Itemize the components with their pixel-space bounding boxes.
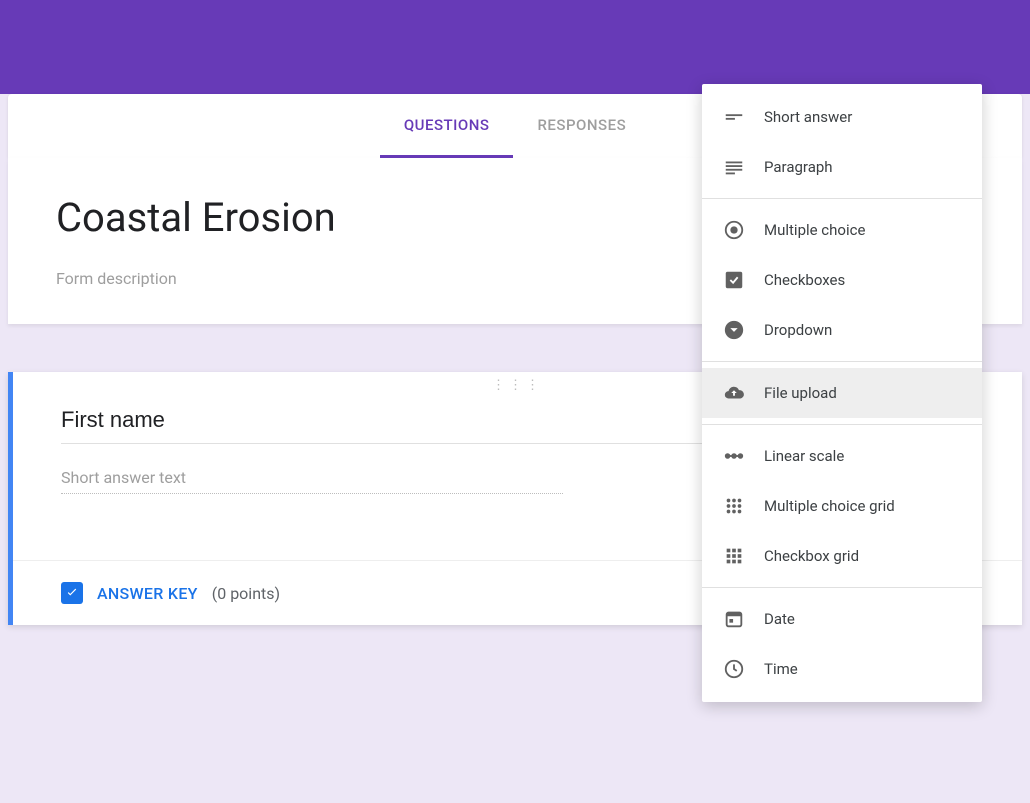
option-label: File upload [764, 384, 837, 402]
option-checkboxes[interactable]: Checkboxes [702, 255, 982, 305]
option-linear-scale[interactable]: Linear scale [702, 431, 982, 481]
calendar-icon [722, 607, 746, 631]
answer-key-icon [61, 582, 83, 604]
option-multiple-choice[interactable]: Multiple choice [702, 205, 982, 255]
cloud-upload-icon [722, 381, 746, 405]
separator [702, 587, 982, 588]
option-label: Multiple choice grid [764, 497, 895, 515]
question-type-dropdown: Short answer Paragraph Multiple choice C… [702, 84, 982, 702]
tab-responses[interactable]: RESPONSES [513, 94, 650, 158]
option-checkbox-grid[interactable]: Checkbox grid [702, 531, 982, 581]
option-label: Time [764, 660, 798, 678]
option-label: Checkboxes [764, 271, 845, 289]
paragraph-icon [722, 155, 746, 179]
dropdown-icon [722, 318, 746, 342]
answer-key-button[interactable]: ANSWER KEY [97, 584, 198, 603]
option-date[interactable]: Date [702, 594, 982, 644]
radio-icon [722, 218, 746, 242]
points-label: (0 points) [212, 584, 280, 603]
app-topbar [0, 0, 1030, 94]
option-label: Linear scale [764, 447, 844, 465]
option-label: Checkbox grid [764, 547, 859, 565]
option-label: Dropdown [764, 321, 832, 339]
checkbox-icon [722, 268, 746, 292]
linear-scale-icon [722, 444, 746, 468]
option-short-answer[interactable]: Short answer [702, 92, 982, 142]
option-mc-grid[interactable]: Multiple choice grid [702, 481, 982, 531]
option-file-upload[interactable]: File upload [702, 368, 982, 418]
option-label: Multiple choice [764, 221, 865, 239]
tab-questions[interactable]: QUESTIONS [380, 94, 514, 158]
square-grid-icon [722, 544, 746, 568]
option-label: Paragraph [764, 158, 833, 176]
separator [702, 424, 982, 425]
dot-grid-icon [722, 494, 746, 518]
short-answer-placeholder: Short answer text [61, 468, 563, 494]
clock-icon [722, 657, 746, 681]
separator [702, 361, 982, 362]
option-label: Date [764, 610, 795, 628]
option-label: Short answer [764, 108, 852, 126]
short-answer-icon [722, 105, 746, 129]
separator [702, 198, 982, 199]
option-time[interactable]: Time [702, 644, 982, 694]
option-paragraph[interactable]: Paragraph [702, 142, 982, 192]
option-dropdown[interactable]: Dropdown [702, 305, 982, 355]
